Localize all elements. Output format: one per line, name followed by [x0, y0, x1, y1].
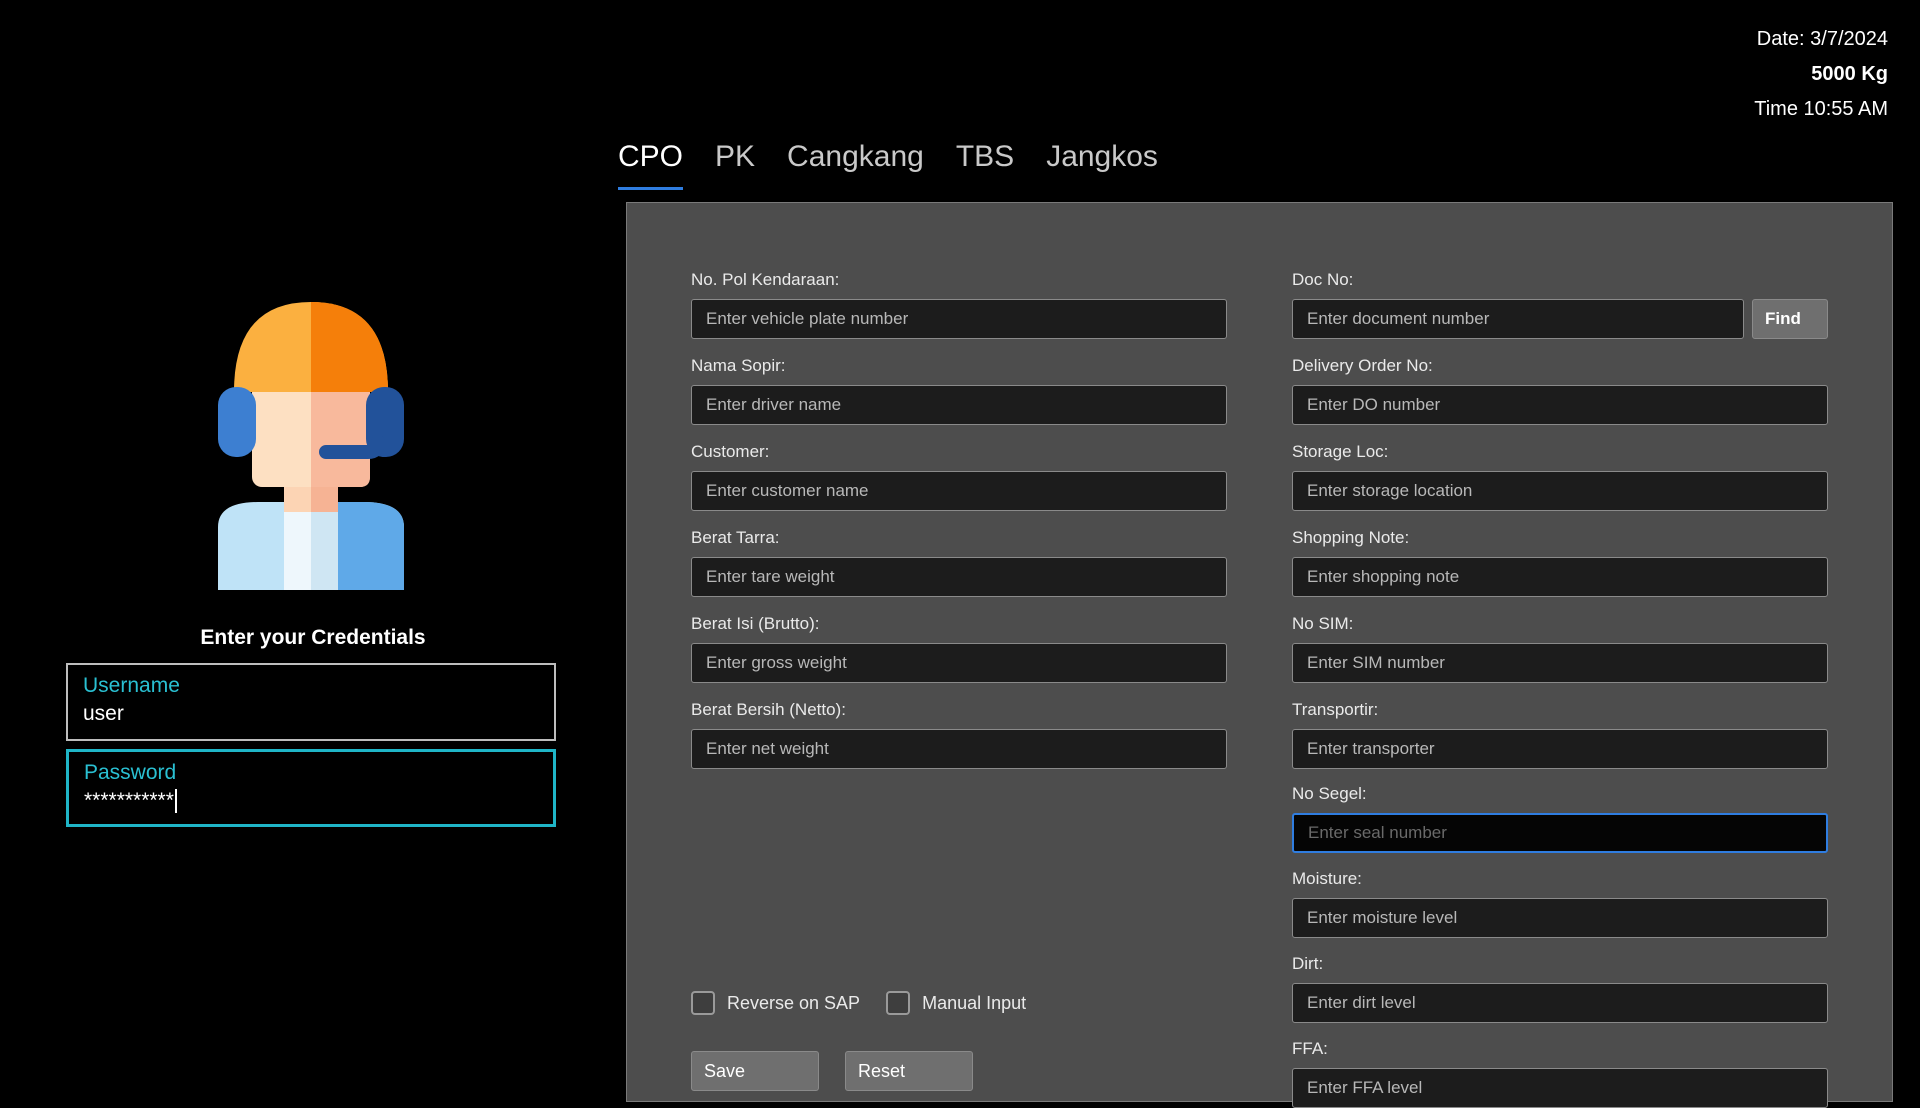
storage-loc-group: Storage Loc:: [1292, 441, 1828, 511]
status-area: Date: 3/7/2024 5000 Kg Time 10:55 AM: [1754, 22, 1888, 127]
dirt-input[interactable]: [1292, 983, 1828, 1023]
sim-number-label: No SIM:: [1292, 614, 1354, 633]
username-value: user: [83, 702, 124, 725]
reverse-sap-checkbox-item[interactable]: Reverse on SAP: [691, 991, 860, 1015]
shopping-note-label: Shopping Note:: [1292, 528, 1410, 547]
dirt-group: Dirt:: [1292, 953, 1828, 1023]
time-text: Time 10:55 AM: [1754, 98, 1888, 120]
manual-input-checkbox[interactable]: [886, 991, 911, 1015]
doc-no-label: Doc No:: [1292, 270, 1354, 289]
storage-loc-label: Storage Loc:: [1292, 442, 1389, 461]
shopping-note-input[interactable]: [1292, 557, 1828, 597]
product-tabs: CPO PK Cangkang TBS Jangkos: [618, 140, 1190, 190]
reverse-sap-checkbox[interactable]: [691, 991, 715, 1015]
manual-input-checkbox-item[interactable]: Manual Input: [886, 991, 1026, 1015]
customer-group: Customer:: [691, 441, 1227, 511]
tab-tbs[interactable]: TBS: [956, 140, 1014, 190]
tab-jangkos[interactable]: Jangkos: [1046, 140, 1158, 190]
ffa-group: FFA:: [1292, 1038, 1828, 1108]
delivery-order-input[interactable]: [1292, 385, 1828, 425]
gross-weight-label: Berat Isi (Brutto):: [691, 614, 820, 633]
doc-no-input[interactable]: [1292, 299, 1744, 339]
delivery-order-group: Delivery Order No:: [1292, 355, 1828, 425]
vehicle-plate-input[interactable]: [691, 299, 1227, 339]
sim-number-group: No SIM:: [1292, 613, 1828, 683]
transporter-label: Transportir:: [1292, 700, 1379, 719]
sim-number-input[interactable]: [1292, 643, 1828, 683]
credentials-title: Enter your Credentials: [200, 626, 426, 649]
shopping-note-group: Shopping Note:: [1292, 527, 1828, 597]
transporter-input[interactable]: [1292, 729, 1828, 769]
tare-weight-group: Berat Tarra:: [691, 527, 1227, 597]
manual-input-label: Manual Input: [922, 992, 1027, 1013]
seal-number-label: No Segel:: [1292, 784, 1367, 803]
doc-no-group: Doc No:: [1292, 269, 1744, 339]
tab-cangkang[interactable]: Cangkang: [787, 140, 924, 190]
net-weight-group: Berat Bersih (Netto):: [691, 699, 1227, 769]
moisture-input[interactable]: [1292, 898, 1828, 938]
gross-weight-input[interactable]: [691, 643, 1227, 683]
delivery-order-label: Delivery Order No:: [1292, 356, 1433, 375]
text-caret: [174, 789, 177, 814]
moisture-group: Moisture:: [1292, 868, 1828, 938]
username-field[interactable]: Username user: [66, 663, 556, 741]
dirt-label: Dirt:: [1292, 954, 1324, 973]
net-weight-input[interactable]: [691, 729, 1227, 769]
ffa-input[interactable]: [1292, 1068, 1828, 1108]
support-agent-avatar-icon: [218, 302, 404, 590]
password-value: ***********: [84, 789, 174, 812]
password-value-wrap: ***********: [84, 786, 538, 816]
ffa-label: FFA:: [1292, 1039, 1328, 1058]
storage-loc-input[interactable]: [1292, 471, 1828, 511]
driver-name-label: Nama Sopir:: [691, 356, 786, 375]
tab-pk[interactable]: PK: [715, 140, 755, 190]
username-label: Username: [83, 674, 180, 697]
options-row: Reverse on SAP Manual Input: [691, 991, 1052, 1015]
weighing-form-panel: No. Pol Kendaraan: Nama Sopir: Customer:…: [626, 202, 1893, 1108]
tare-weight-input[interactable]: [691, 557, 1227, 597]
seal-number-input[interactable]: [1292, 813, 1828, 853]
transporter-group: Transportir:: [1292, 699, 1828, 769]
driver-name-group: Nama Sopir:: [691, 355, 1227, 425]
net-weight-label: Berat Bersih (Netto):: [691, 700, 846, 719]
find-button[interactable]: Find: [1752, 299, 1828, 339]
tare-weight-label: Berat Tarra:: [691, 528, 780, 547]
vehicle-plate-label: No. Pol Kendaraan:: [691, 270, 840, 289]
tab-cpo[interactable]: CPO: [618, 140, 684, 190]
password-field[interactable]: Password ***********: [66, 749, 556, 827]
date-text: Date: 3/7/2024: [1756, 28, 1888, 50]
password-label: Password: [84, 761, 177, 784]
gross-weight-group: Berat Isi (Brutto):: [691, 613, 1227, 683]
customer-label: Customer:: [691, 442, 770, 461]
reset-button[interactable]: Reset: [845, 1051, 973, 1091]
weight-readout: 5000 Kg: [1811, 63, 1888, 85]
seal-number-group: No Segel:: [1292, 783, 1828, 853]
driver-name-input[interactable]: [691, 385, 1227, 425]
customer-input[interactable]: [691, 471, 1227, 511]
save-button[interactable]: Save: [691, 1051, 819, 1091]
moisture-label: Moisture:: [1292, 869, 1362, 888]
vehicle-plate-group: No. Pol Kendaraan:: [691, 269, 1227, 339]
reverse-sap-label: Reverse on SAP: [727, 992, 861, 1013]
